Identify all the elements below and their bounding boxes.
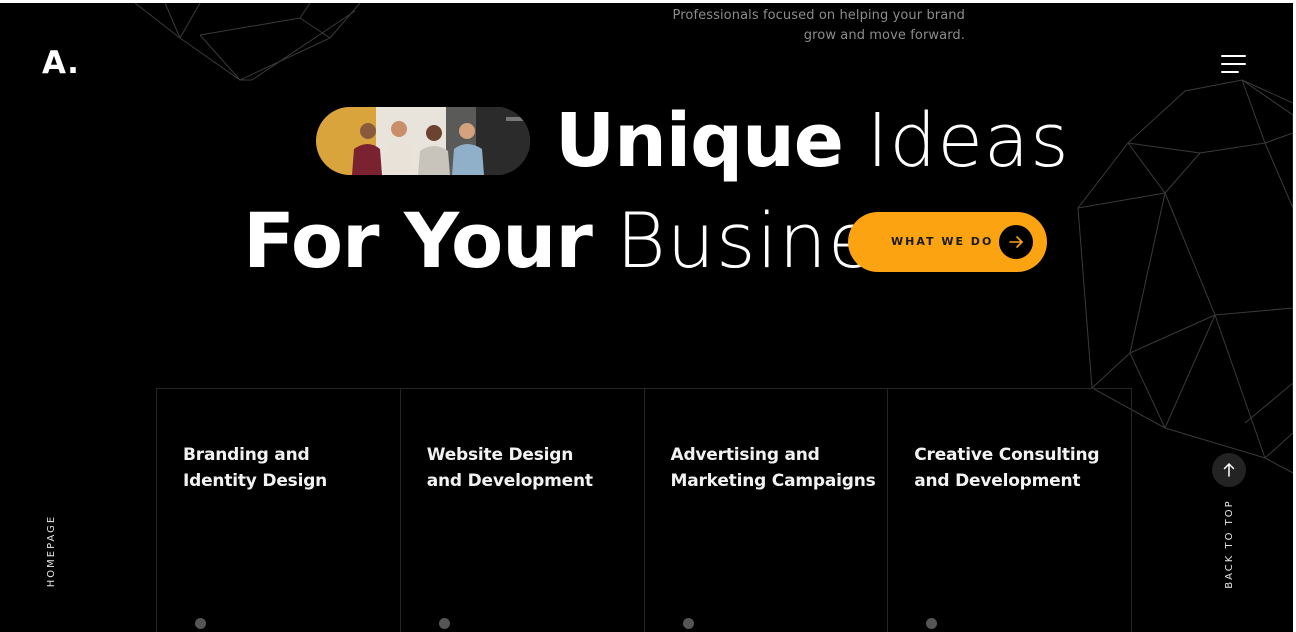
service-card-consulting[interactable]: Creative Consulting and Development	[887, 389, 1132, 632]
hero-line1-light: Ideas	[866, 98, 1070, 184]
hero-line2-bold: For Your	[243, 196, 593, 285]
what-we-do-label: WHAT WE DO	[891, 235, 994, 248]
hero-headline-line-1: Unique Ideas	[555, 104, 1070, 178]
back-to-top-button[interactable]	[1212, 453, 1246, 487]
service-card-website[interactable]: Website Design and Development	[399, 389, 644, 632]
back-to-top-label[interactable]: BACK TO TOP	[1223, 494, 1237, 594]
service-dot-icon	[682, 618, 694, 629]
service-title: Website Design and Development	[426, 445, 593, 491]
service-dot-icon	[195, 618, 206, 629]
service-dot-icon	[438, 618, 450, 629]
menu-button[interactable]	[1221, 53, 1248, 75]
hero-team-photo	[316, 107, 530, 175]
service-title: Creative Consulting and Development	[914, 445, 1100, 491]
tagline-line-1: Professionals focused on helping your br…	[672, 8, 965, 23]
services-grid: Branding and Identity Design Website Des…	[156, 388, 1132, 632]
homepage-label: HOMEPAGE	[46, 514, 57, 588]
service-title: Advertising and Marketing Campaigns	[670, 445, 876, 491]
hero-line1-bold: Unique	[555, 98, 844, 184]
service-card-branding[interactable]: Branding and Identity Design	[156, 389, 400, 632]
arrow-right-icon	[999, 225, 1033, 259]
tagline-line-2: grow and move forward.	[803, 28, 965, 43]
page: Professionals focused on helping your br…	[0, 3, 1293, 632]
what-we-do-button[interactable]: WHAT WE DO	[848, 212, 1047, 272]
site-logo[interactable]: A.	[42, 45, 79, 81]
service-card-advertising[interactable]: Advertising and Marketing Campaigns	[643, 389, 888, 632]
team-photo-illustration	[316, 107, 530, 175]
service-dot-icon	[926, 618, 938, 629]
arrow-up-icon	[1212, 463, 1246, 491]
service-title: Branding and Identity Design	[183, 445, 328, 491]
header-tagline: Professionals focused on helping your br…	[640, 6, 965, 46]
